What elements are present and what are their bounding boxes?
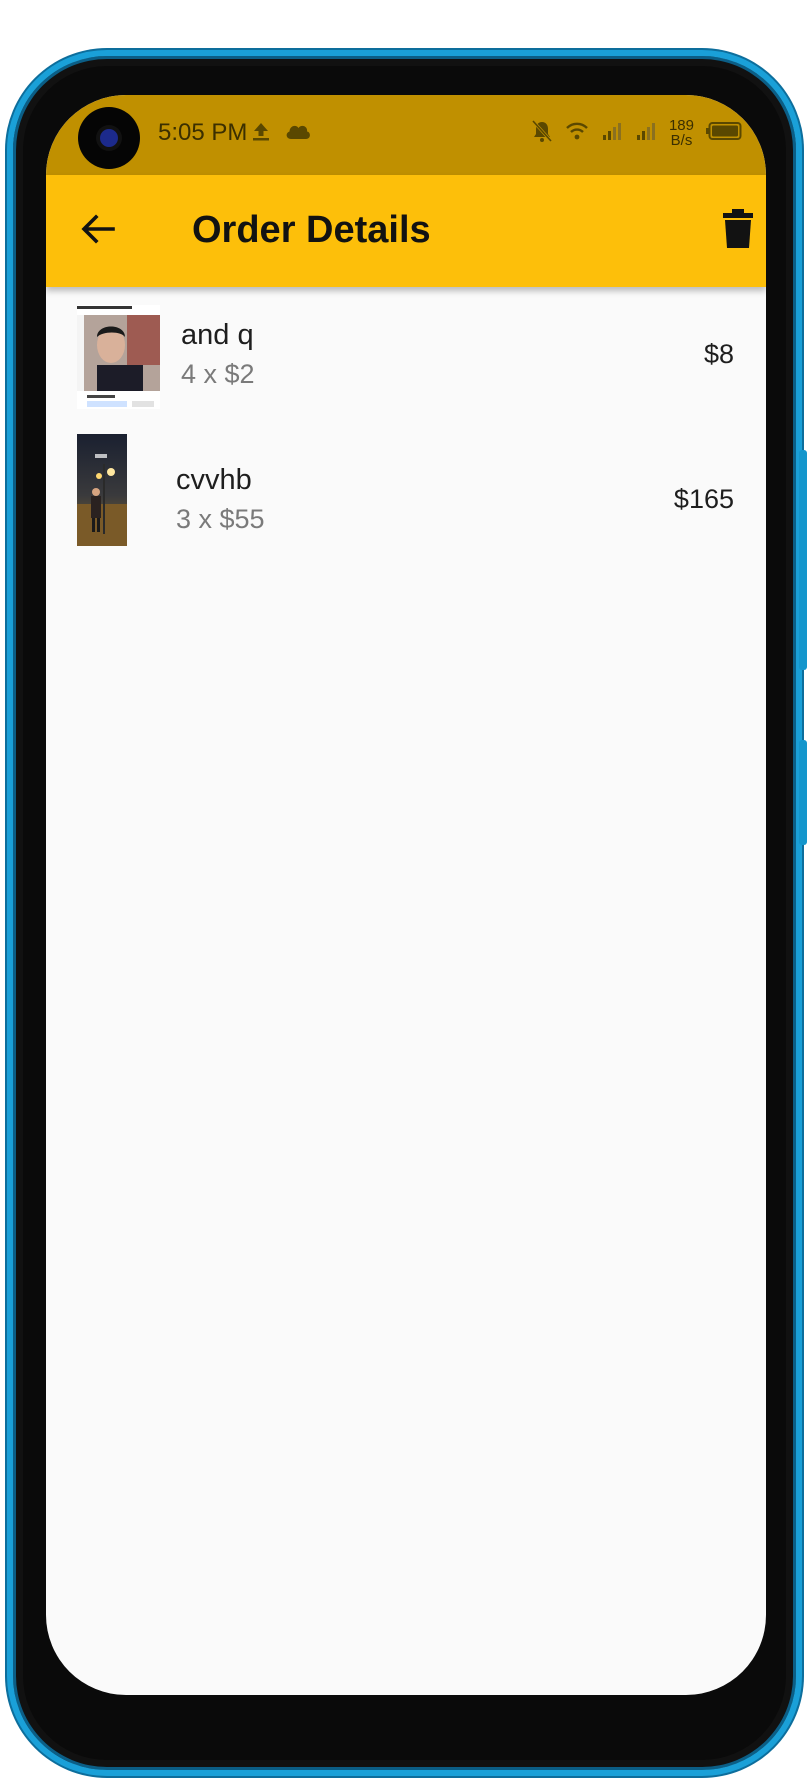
upload-icon (250, 120, 272, 146)
front-camera (78, 107, 140, 169)
delete-order-button[interactable] (720, 209, 756, 253)
app-bar: Order Details (46, 175, 766, 287)
order-item-total: $165 (673, 484, 734, 514)
product-thumbnail (77, 434, 127, 546)
signal-icon (635, 121, 657, 145)
order-item-total: $8 (703, 339, 734, 369)
order-item-quantity-price: 3 x $55 (176, 504, 265, 534)
order-item-quantity-price: 4 x $2 (181, 359, 255, 389)
status-icons-left (250, 121, 312, 145)
status-time: 5:05 PM (158, 119, 248, 146)
volume-button (799, 450, 807, 670)
cloud-icon (284, 121, 312, 145)
night-street-photo-image (77, 434, 127, 546)
product-thumbnail (77, 305, 160, 409)
screen: 5:05 PM 189 B/s Order Details and q 4 x … (46, 95, 766, 1695)
power-button (799, 740, 807, 845)
network-speed-unit: B/s (670, 132, 693, 149)
signal-icon (601, 121, 623, 145)
trash-icon (723, 209, 753, 253)
page-title: Order Details (192, 209, 431, 251)
order-item-name: cvvhb (176, 464, 252, 496)
status-icons-right: 189 B/s (531, 115, 742, 151)
profile-screenshot-image (77, 305, 160, 409)
arrow-left-icon (80, 211, 116, 251)
back-button[interactable] (78, 211, 118, 251)
status-bar: 5:05 PM 189 B/s (46, 95, 766, 175)
list-item[interactable]: and q 4 x $2 $8 (46, 287, 766, 427)
bell-off-icon (531, 119, 553, 147)
wifi-icon (565, 121, 589, 145)
network-speed: 189 B/s (669, 118, 694, 148)
battery-icon (706, 121, 742, 145)
network-speed-value: 189 (668, 117, 694, 134)
order-item-name: and q (181, 319, 254, 351)
list-item[interactable]: cvvhb 3 x $55 $165 (46, 427, 766, 567)
